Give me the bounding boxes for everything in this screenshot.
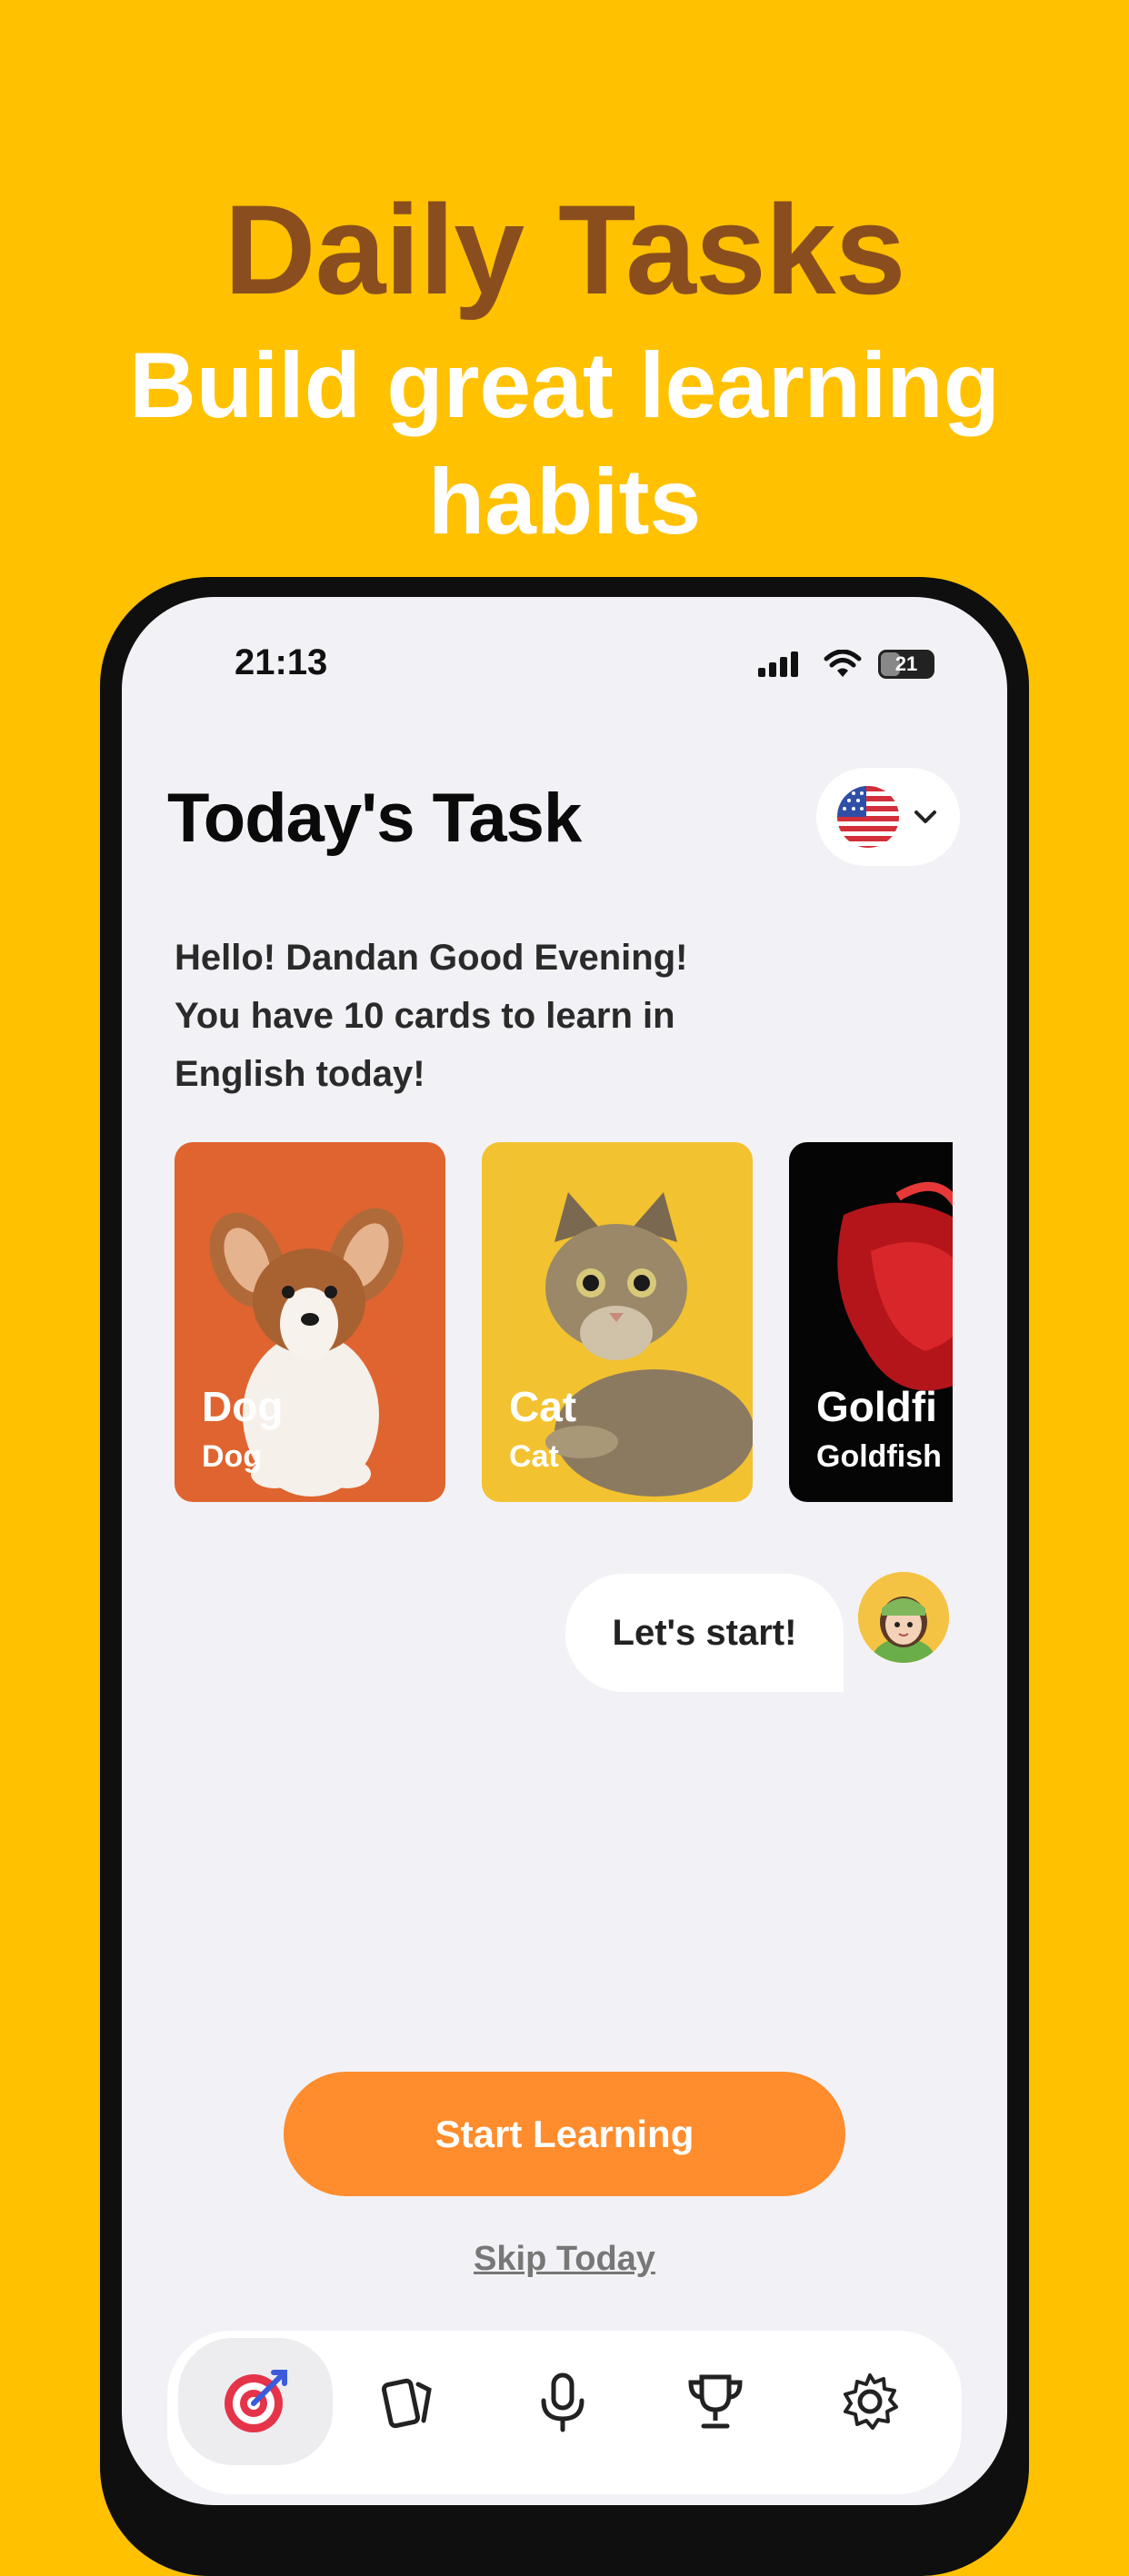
target-icon	[225, 2370, 287, 2432]
card-name: Dog	[202, 1383, 284, 1430]
tab-achievements[interactable]	[638, 2338, 793, 2465]
avatar	[858, 1572, 949, 1663]
promo-subheadline-line1: Build great learning	[129, 333, 1000, 437]
bottom-tab-bar	[167, 2331, 962, 2494]
battery-level: 21	[894, 652, 918, 675]
trophy-icon	[688, 2374, 743, 2429]
greeting-text: Hello! Dandan Good Evening! You have 10 …	[175, 929, 811, 1103]
tab-daily-task[interactable]	[178, 2338, 333, 2465]
page-title: Today's Task	[167, 780, 582, 857]
word-card-dog[interactable]: Dog Dog	[175, 1142, 445, 1502]
battery-icon: 21	[878, 650, 934, 679]
status-bar: 21:13 21	[122, 642, 1007, 697]
greeting-line3: English today!	[175, 1054, 425, 1094]
card-translation: Goldfish	[816, 1439, 942, 1474]
card-name: Cat	[509, 1383, 577, 1430]
language-selector[interactable]	[816, 768, 960, 866]
wifi-icon	[824, 650, 862, 677]
card-name: Goldfi	[816, 1383, 937, 1430]
card-translation: Dog	[202, 1439, 263, 1474]
word-card-goldfish[interactable]: Goldfi Goldfish	[789, 1142, 953, 1502]
word-card-carousel[interactable]: Dog Dog Cat Cat Goldfi Goldfish	[175, 1142, 953, 1506]
greeting-line2: You have 10 cards to learn in	[175, 996, 675, 1036]
skip-today-link[interactable]: Skip Today	[122, 2240, 1007, 2279]
gear-icon	[844, 2373, 898, 2430]
start-learning-button[interactable]: Start Learning	[284, 2072, 845, 2196]
chevron-down-icon	[914, 811, 936, 823]
status-time: 21:13	[235, 642, 328, 682]
signal-icon	[758, 651, 798, 677]
card-translation: Cat	[509, 1439, 559, 1474]
microphone-icon	[541, 2372, 584, 2432]
word-card-cat[interactable]: Cat Cat	[482, 1142, 753, 1502]
promo-headline: Daily Tasks	[224, 178, 905, 321]
tab-speaking[interactable]	[485, 2338, 640, 2465]
status-icons: 21	[758, 650, 934, 679]
promo-subheadline-line2: habits	[427, 450, 702, 553]
us-flag-icon	[837, 786, 899, 848]
girl-avatar-icon	[858, 1572, 949, 1663]
promo-subheadline: Build great learning habits	[0, 327, 1129, 560]
phone-screen: 21:13 21 Today's Task Hello! Dandan Good…	[122, 597, 1007, 2505]
tab-cards[interactable]	[331, 2338, 485, 2465]
greeting-line1: Hello! Dandan Good Evening!	[175, 938, 688, 978]
tab-settings[interactable]	[793, 2338, 947, 2465]
chat-bubble: Let's start!	[565, 1574, 844, 1692]
cards-icon	[381, 2378, 432, 2429]
